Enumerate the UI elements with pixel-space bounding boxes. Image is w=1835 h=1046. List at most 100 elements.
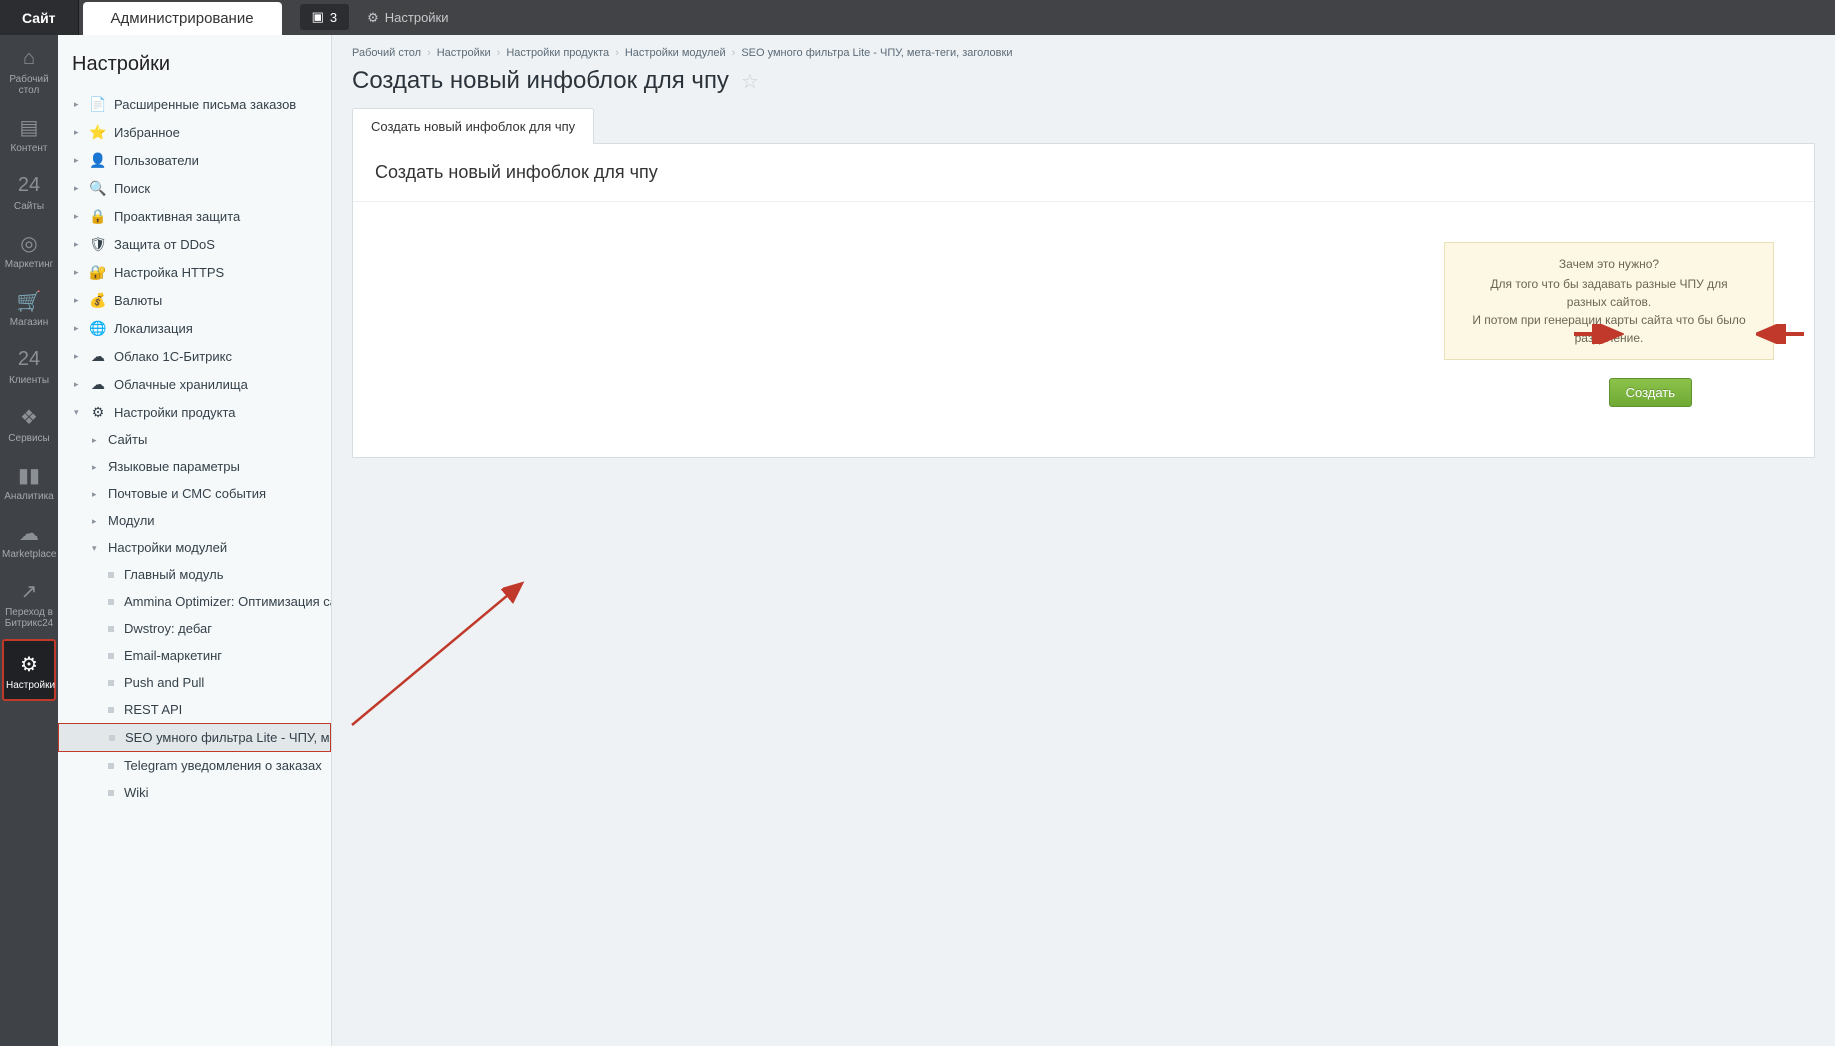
rail-item-10[interactable]: ⚙Настройки: [2, 639, 56, 701]
sidebar-module-item[interactable]: Push and Pull: [58, 669, 331, 696]
sidebar-module-item[interactable]: REST API: [58, 696, 331, 723]
toggle-icon[interactable]: ▸: [74, 155, 84, 165]
rail-item-2[interactable]: 24Сайты: [0, 162, 58, 220]
sidebar-module-item[interactable]: Email-маркетинг: [58, 642, 331, 669]
toggle-icon[interactable]: ▸: [74, 239, 84, 249]
panel-body: Зачем это нужно? Для того что бы задават…: [353, 202, 1814, 457]
rail-item-0[interactable]: ⌂Рабочий стол: [0, 35, 58, 104]
sidebar-item-label: Облачные хранилища: [114, 377, 248, 392]
toggle-icon[interactable]: ▸: [92, 435, 102, 445]
sidebar-item[interactable]: ▸⭐Избранное: [58, 118, 331, 146]
tab-label: Создать новый инфоблок для чпу: [371, 119, 575, 134]
sidebar: Настройки ▸📄Расширенные письма заказов▸⭐…: [58, 35, 332, 1046]
sidebar-module-item[interactable]: Telegram уведомления о заказах: [58, 752, 331, 779]
tree-icon: 👤: [90, 152, 106, 168]
rail-icon: ◎: [2, 230, 56, 256]
rail-item-7[interactable]: ▮▮Аналитика: [0, 452, 58, 510]
toggle-icon[interactable]: ▸: [74, 267, 84, 277]
toggle-icon[interactable]: ▸: [74, 183, 84, 193]
toggle-icon[interactable]: ▸: [92, 462, 102, 472]
sidebar-item-label: Расширенные письма заказов: [114, 97, 296, 112]
sidebar-item[interactable]: ▸ 🔐 Настройка HTTPS: [58, 258, 331, 286]
rail-item-6[interactable]: ❖Сервисы: [0, 394, 58, 452]
toggle-icon[interactable]: ▸: [74, 379, 84, 389]
sidebar-item[interactable]: ▸🌐Локализация: [58, 314, 331, 342]
sidebar-subitem[interactable]: ▸Почтовые и СМС события: [58, 480, 331, 507]
rail-icon: ☁: [2, 520, 56, 546]
sidebar-module-item[interactable]: SEO умного фильтра Lite - ЧПУ, мета-теги…: [58, 723, 331, 752]
toggle-icon[interactable]: ▸: [74, 323, 84, 333]
notification-icon: ▣: [312, 9, 324, 25]
rail-item-5[interactable]: 24Клиенты: [0, 336, 58, 394]
sidebar-item-label: Валюты: [114, 293, 162, 308]
sidebar-item[interactable]: ▸🔍Поиск: [58, 174, 331, 202]
sidebar-item[interactable]: ▸🔒Проактивная защита: [58, 202, 331, 230]
breadcrumb-item[interactable]: Рабочий стол: [352, 47, 421, 59]
hint-line-2: И потом при генерации карты сайта что бы…: [1469, 311, 1749, 347]
rail-icon: ▤: [2, 114, 56, 140]
sidebar-item-label: Модули: [108, 513, 155, 528]
tree-icon: 🔐: [90, 264, 106, 280]
rail-label: Маркетинг: [2, 259, 56, 270]
sidebar-module-item[interactable]: Ammina Optimizer: Оптимизация сайта (CSS: [58, 588, 331, 615]
tree-icon: 📄: [90, 96, 106, 112]
tree-icon: 🌐: [90, 320, 106, 336]
notification-badge[interactable]: ▣ 3: [300, 4, 350, 30]
sidebar-item[interactable]: ▸👤Пользователи: [58, 146, 331, 174]
toggle-icon[interactable]: ▸: [74, 99, 84, 109]
panel: Создать новый инфоблок для чпу Зачем это…: [352, 144, 1815, 458]
rail-label: Аналитика: [2, 491, 56, 502]
toggle-icon[interactable]: ▸: [74, 351, 84, 361]
sidebar-subitem[interactable]: ▾Настройки модулей: [58, 534, 331, 561]
tab-create-infoblock[interactable]: Создать новый инфоблок для чпу: [352, 108, 594, 144]
toggle-icon[interactable]: ▸: [74, 295, 84, 305]
breadcrumb-item[interactable]: SEO умного фильтра Lite - ЧПУ, мета-теги…: [741, 47, 1012, 59]
toggle-icon[interactable]: ▸: [74, 211, 84, 221]
sidebar-item[interactable]: ▸ 💰 Валюты: [58, 286, 331, 314]
breadcrumb-separator-icon: ›: [427, 47, 431, 59]
bullet-icon: [108, 599, 114, 605]
sidebar-subitem[interactable]: ▸ Модули: [58, 507, 331, 534]
sidebar-subitem[interactable]: ▸ Сайты: [58, 426, 331, 453]
breadcrumb-item[interactable]: Настройки: [437, 47, 491, 59]
tab-site-label: Сайт: [22, 10, 56, 26]
rail-item-1[interactable]: ▤Контент: [0, 104, 58, 162]
sidebar-item-label: Поиск: [114, 181, 150, 196]
sidebar-item-label: Избранное: [114, 125, 180, 140]
rail-item-8[interactable]: ☁Marketplace: [0, 510, 58, 568]
tree-icon: 💰: [90, 292, 106, 308]
toggle-icon[interactable]: ▸: [92, 516, 102, 526]
sidebar-module-item[interactable]: Wiki: [58, 779, 331, 806]
breadcrumb-item[interactable]: Настройки продукта: [506, 47, 609, 59]
bullet-icon: [108, 707, 114, 713]
breadcrumb-item[interactable]: Настройки модулей: [625, 47, 726, 59]
tab-site[interactable]: Сайт: [0, 0, 79, 35]
page-title-row: Создать новый инфоблок для чпу ☆: [332, 67, 1835, 107]
topbar-settings[interactable]: ⚙ Настройки: [367, 0, 448, 35]
sidebar-item[interactable]: ▾⚙Настройки продукта: [58, 398, 331, 426]
sidebar-item[interactable]: ▸ 📄 Расширенные письма заказов: [58, 90, 331, 118]
toggle-icon[interactable]: ▸: [92, 489, 102, 499]
breadcrumb: Рабочий стол›Настройки›Настройки продукт…: [332, 35, 1835, 67]
sidebar-subitem[interactable]: ▸Языковые параметры: [58, 453, 331, 480]
toggle-icon[interactable]: ▾: [74, 407, 84, 417]
sidebar-item-label: Сайты: [108, 432, 147, 447]
favorite-star-icon[interactable]: ☆: [741, 69, 759, 94]
sidebar-item-label: Настройка HTTPS: [114, 265, 224, 280]
sidebar-item-label: SEO умного фильтра Lite - ЧПУ, мета-теги…: [125, 730, 331, 745]
rail-item-3[interactable]: ◎ Маркетинг: [0, 220, 58, 278]
rail-item-9[interactable]: ↗Переход в Битрикс24: [0, 568, 58, 637]
sidebar-module-item[interactable]: Главный модуль: [58, 561, 331, 588]
create-button[interactable]: Создать: [1609, 378, 1692, 407]
rail-item-4[interactable]: 🛒Магазин: [0, 278, 58, 336]
sidebar-item[interactable]: ▸☁Облако 1С-Битрикс: [58, 342, 331, 370]
sidebar-module-item[interactable]: Dwstroy: дебаг: [58, 615, 331, 642]
sidebar-item[interactable]: ▸☁Облачные хранилища: [58, 370, 331, 398]
hint-line-1: Для того что бы задавать разные ЧПУ для …: [1469, 275, 1749, 311]
toggle-icon[interactable]: ▸: [74, 127, 84, 137]
tab-admin[interactable]: Администрирование: [83, 2, 282, 35]
sidebar-item[interactable]: ▸🛡Защита от DDoS: [58, 230, 331, 258]
toggle-icon[interactable]: ▾: [92, 543, 102, 553]
rail-icon: ⌂: [2, 45, 56, 71]
hint-box: Зачем это нужно? Для того что бы задават…: [1444, 242, 1774, 360]
